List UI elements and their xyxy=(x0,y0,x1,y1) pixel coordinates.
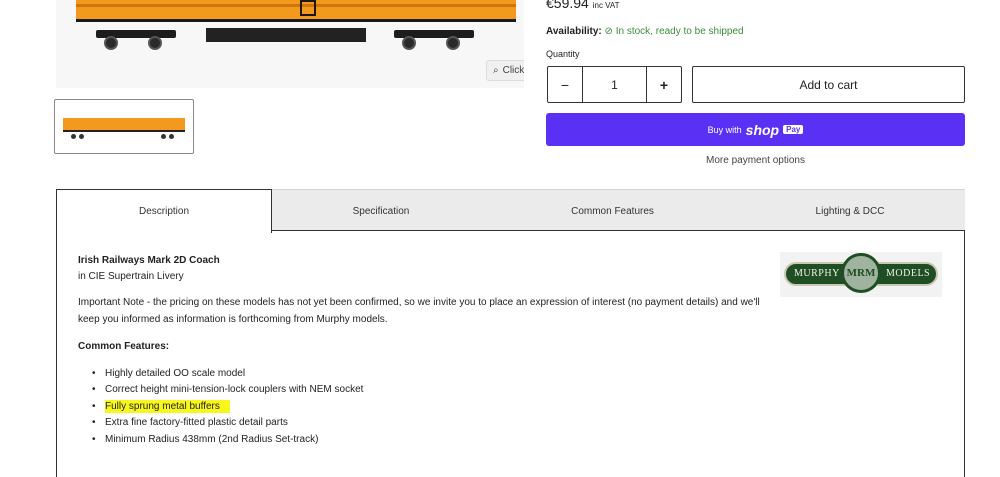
list-item: Highly detailed OO scale model xyxy=(92,367,363,383)
features-heading: Common Features: xyxy=(78,341,170,352)
shoppay-shop-logo: shop xyxy=(745,121,780,138)
availability-label: Availability: xyxy=(546,26,602,37)
murphy-models-logo: MURPHY MRM MODELS xyxy=(780,252,942,297)
expand-label: Click to expand xyxy=(502,65,524,76)
tab-common-features[interactable]: Common Features xyxy=(490,190,735,232)
logo-left-word: MURPHY xyxy=(794,268,840,279)
rear-bogie xyxy=(394,30,474,50)
list-item: Correct height mini-tension-lock coupler… xyxy=(92,383,363,399)
description-subtitle: in CIE Supertrain Livery xyxy=(78,271,184,282)
product-tabs: Description Specification Common Feature… xyxy=(56,189,965,233)
list-item: Extra fine factory-fitted plastic detail… xyxy=(92,416,363,432)
decrease-quantity-button[interactable]: − xyxy=(548,67,582,102)
check-circle-icon: ⊘ xyxy=(604,26,613,37)
product-price: €59.94 inc VAT xyxy=(546,0,620,11)
coach-model-image xyxy=(68,0,518,28)
increase-quantity-button[interactable]: + xyxy=(647,67,681,102)
logo-monogram: MRM xyxy=(841,253,881,293)
availability-status: In stock, ready to be shipped xyxy=(615,26,744,37)
tab-description[interactable]: Description xyxy=(56,189,272,233)
quantity-label: Quantity xyxy=(546,49,580,59)
features-list: Highly detailed OO scale model Correct h… xyxy=(92,367,363,449)
front-bogie xyxy=(96,30,176,50)
price-suffix: inc VAT xyxy=(592,1,620,10)
quantity-stepper: − 1 + xyxy=(547,66,682,103)
important-note-line-2: keep you informed as information is fort… xyxy=(78,314,388,325)
list-item-highlighted: Fully sprung metal buffers xyxy=(92,399,363,416)
logo-right-word: MODELS xyxy=(886,268,931,279)
description-title: Irish Railways Mark 2D Coach xyxy=(78,255,220,266)
important-note-line-1: Important Note - the pricing on these mo… xyxy=(78,297,760,308)
shop-pay-button[interactable]: Buy with shop Pay xyxy=(546,113,965,146)
coach-underframe xyxy=(206,28,366,42)
click-to-expand-button[interactable]: ⌕ Click to expand xyxy=(486,60,524,81)
price-value: €59.94 xyxy=(546,0,589,11)
add-to-cart-button[interactable]: Add to cart xyxy=(692,66,965,103)
more-payment-options-link[interactable]: More payment options xyxy=(546,155,965,166)
magnifier-icon: ⌕ xyxy=(493,65,499,76)
tab-lighting-dcc[interactable]: Lighting & DCC xyxy=(735,190,965,232)
tab-specification[interactable]: Specification xyxy=(272,190,490,232)
list-item: Minimum Radius 438mm (2nd Radius Set-tra… xyxy=(92,433,363,449)
availability: Availability: ⊘ In stock, ready to be sh… xyxy=(546,26,744,37)
shoppay-buy-with: Buy with xyxy=(707,124,742,135)
quantity-input[interactable]: 1 xyxy=(582,67,647,102)
shoppay-pay-badge: Pay xyxy=(783,125,804,134)
product-main-image[interactable]: ⌕ Click to expand xyxy=(56,0,524,88)
product-thumbnail[interactable] xyxy=(54,99,194,154)
